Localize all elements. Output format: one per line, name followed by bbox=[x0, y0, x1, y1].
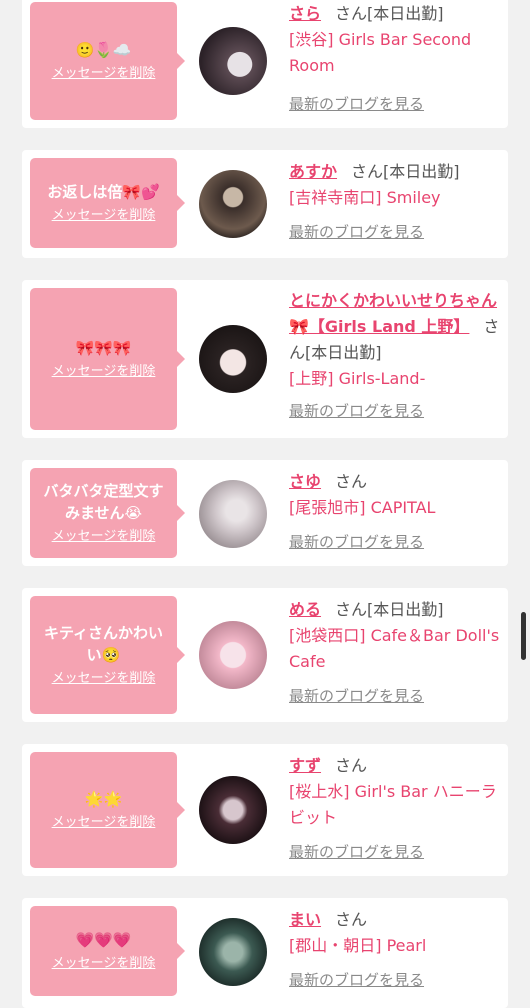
latest-blog-link[interactable]: 最新のブログを見る bbox=[289, 531, 424, 552]
attendance-status: [本日出勤] bbox=[383, 162, 460, 181]
avatar[interactable] bbox=[199, 27, 267, 95]
message-bubble: 🎀🎀🎀 メッセージを削除 bbox=[30, 288, 185, 430]
message-card: バタバタ定型文すみません😭 メッセージを削除 さゆ さん [尾張旭市] CAPIT… bbox=[22, 460, 508, 566]
delete-message-link[interactable]: メッセージを削除 bbox=[52, 363, 156, 381]
message-bubble: 🌟🌟 メッセージを削除 bbox=[30, 752, 185, 868]
san-suffix: さん bbox=[335, 756, 368, 775]
message-bubble: バタバタ定型文すみません😭 メッセージを削除 bbox=[30, 468, 185, 558]
girl-name-link[interactable]: とにかくかわいいせりちゃん🎀【Girls Land 上野】 bbox=[289, 291, 497, 336]
girl-info: まい さん [郡山・朝日] Pearl 最新のブログを見る bbox=[289, 906, 500, 990]
girl-name-link[interactable]: さゆ bbox=[289, 472, 321, 491]
message-card: キティさんかわいい🥺 メッセージを削除 める さん[本日出勤] [池袋西口] Ca… bbox=[22, 588, 508, 722]
latest-blog-link[interactable]: 最新のブログを見る bbox=[289, 841, 424, 862]
shop-name: [郡山・朝日] Pearl bbox=[289, 936, 427, 955]
message-text: 🎀🎀🎀 bbox=[75, 339, 132, 357]
san-suffix: さん bbox=[351, 162, 384, 181]
message-text: 🌟🌟 bbox=[84, 790, 123, 808]
girl-info: とにかくかわいいせりちゃん🎀【Girls Land 上野】 さん[本日出勤] [上… bbox=[289, 288, 500, 421]
latest-blog-link[interactable]: 最新のブログを見る bbox=[289, 400, 424, 421]
message-text: 💗💗💗 bbox=[75, 931, 132, 949]
avatar[interactable] bbox=[199, 776, 267, 844]
san-suffix: さん bbox=[335, 472, 368, 491]
message-card: お返しは倍🎀💕 メッセージを削除 あすか さん[本日出勤] [吉祥寺南口] Smi… bbox=[22, 150, 508, 258]
scrollbar[interactable] bbox=[521, 612, 526, 660]
message-bubble: キティさんかわいい🥺 メッセージを削除 bbox=[30, 596, 185, 714]
shop-name: [渋谷] Girls Bar Second Room bbox=[289, 30, 472, 75]
girl-info: すず さん [桜上水] Girl's Bar ハニーラビット 最新のブログを見る bbox=[289, 752, 500, 862]
attendance-status: [本日出勤] bbox=[367, 600, 444, 619]
latest-blog-link[interactable]: 最新のブログを見る bbox=[289, 685, 424, 706]
latest-blog-link[interactable]: 最新のブログを見る bbox=[289, 221, 424, 242]
girl-name-link[interactable]: さら bbox=[289, 4, 321, 23]
latest-blog-link[interactable]: 最新のブログを見る bbox=[289, 969, 424, 990]
san-suffix: さん bbox=[335, 600, 368, 619]
message-bubble: お返しは倍🎀💕 メッセージを削除 bbox=[30, 158, 185, 248]
message-bubble: 🙂🌷☁️ メッセージを削除 bbox=[30, 2, 185, 120]
shop-name: [桜上水] Girl's Bar ハニーラビット bbox=[289, 782, 497, 827]
girl-name-link[interactable]: まい bbox=[289, 910, 321, 929]
shop-name: [上野] Girls-Land- bbox=[289, 369, 426, 388]
avatar[interactable] bbox=[199, 918, 267, 986]
attendance-status: [本日出勤] bbox=[367, 4, 444, 23]
girl-name-link[interactable]: あすか bbox=[289, 162, 337, 181]
girl-info: さゆ さん [尾張旭市] CAPITAL 最新のブログを見る bbox=[289, 468, 500, 552]
message-bubble: 💗💗💗 メッセージを削除 bbox=[30, 906, 185, 996]
girl-name-link[interactable]: める bbox=[289, 600, 321, 619]
avatar[interactable] bbox=[199, 325, 267, 393]
message-text: バタバタ定型文すみません😭 bbox=[43, 482, 164, 522]
message-text: キティさんかわいい🥺 bbox=[43, 624, 164, 664]
girl-name-link[interactable]: すず bbox=[289, 756, 321, 775]
san-suffix: さん bbox=[335, 4, 368, 23]
delete-message-link[interactable]: メッセージを削除 bbox=[52, 528, 156, 546]
message-text: 🙂🌷☁️ bbox=[75, 41, 132, 59]
avatar[interactable] bbox=[199, 621, 267, 689]
shop-name: [池袋西口] Cafe＆Bar Doll's Cafe bbox=[289, 626, 500, 671]
delete-message-link[interactable]: メッセージを削除 bbox=[52, 955, 156, 973]
delete-message-link[interactable]: メッセージを削除 bbox=[52, 207, 156, 225]
attendance-status: [本日出勤] bbox=[305, 343, 382, 362]
message-card: 💗💗💗 メッセージを削除 まい さん [郡山・朝日] Pearl 最新のブログを見… bbox=[22, 898, 508, 1008]
shop-name: [吉祥寺南口] Smiley bbox=[289, 188, 441, 207]
message-card: 🎀🎀🎀 メッセージを削除 とにかくかわいいせりちゃん🎀【Girls Land 上… bbox=[22, 280, 508, 438]
message-text: お返しは倍🎀💕 bbox=[47, 183, 160, 201]
shop-name: [尾張旭市] CAPITAL bbox=[289, 498, 436, 517]
avatar[interactable] bbox=[199, 480, 267, 548]
san-suffix: さん bbox=[335, 910, 368, 929]
latest-blog-link[interactable]: 最新のブログを見る bbox=[289, 93, 424, 114]
delete-message-link[interactable]: メッセージを削除 bbox=[52, 65, 156, 83]
girl-info: める さん[本日出勤] [池袋西口] Cafe＆Bar Doll's Cafe 最… bbox=[289, 596, 500, 706]
message-card: 🙂🌷☁️ メッセージを削除 さら さん[本日出勤] [渋谷] Girls Bar … bbox=[22, 0, 508, 128]
girl-info: さら さん[本日出勤] [渋谷] Girls Bar Second Room 最新… bbox=[289, 0, 500, 114]
delete-message-link[interactable]: メッセージを削除 bbox=[52, 814, 156, 832]
delete-message-link[interactable]: メッセージを削除 bbox=[52, 670, 156, 688]
message-card: 🌟🌟 メッセージを削除 すず さん [桜上水] Girl's Bar ハニーラビッ… bbox=[22, 744, 508, 876]
girl-info: あすか さん[本日出勤] [吉祥寺南口] Smiley 最新のブログを見る bbox=[289, 158, 500, 242]
avatar[interactable] bbox=[199, 170, 267, 238]
